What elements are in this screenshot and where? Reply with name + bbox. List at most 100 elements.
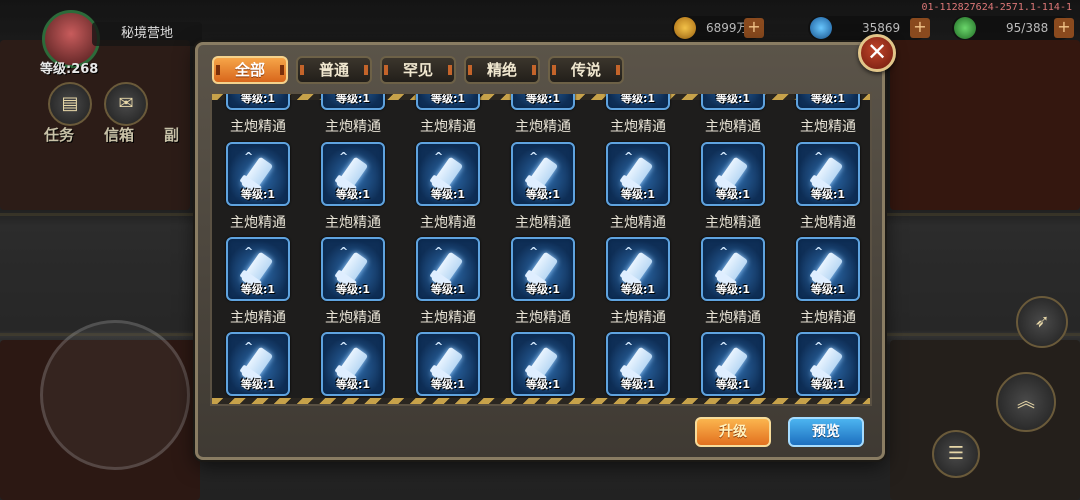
skill-card[interactable]: ^ 等级:1 主炮精通 <box>701 237 765 329</box>
skill-icon-frame: ^ 等级:1 <box>796 142 860 206</box>
skill-name: 主炮精通 <box>610 119 666 135</box>
energy-icon <box>954 17 976 39</box>
skill-card[interactable]: ^ 等级:1 主炮精通 <box>511 237 575 329</box>
upgrade-caret-icon: ^ <box>624 245 634 258</box>
skill-level: 等级:1 <box>335 378 371 391</box>
skill-card[interactable]: ^ 等级:1 <box>701 332 765 404</box>
skill-icon-frame: 等级:1 <box>701 92 765 110</box>
skill-icon-frame: ^ 等级:1 <box>226 237 290 301</box>
skill-icon-frame: ^ 等级:1 <box>606 237 670 301</box>
skill-icon-frame: ^ 等级:1 <box>511 237 575 301</box>
gold-counter: 6899万 + <box>672 16 764 40</box>
skill-level: 等级:1 <box>715 92 751 105</box>
more-menu-label[interactable]: 副 <box>164 124 179 145</box>
task-menu-label[interactable]: 任务 <box>44 124 74 145</box>
skill-level: 等级:1 <box>620 92 656 105</box>
skill-card[interactable]: 等级:1 主炮精通 <box>226 94 290 138</box>
skill-card[interactable]: 等级:1 主炮精通 <box>796 94 860 138</box>
skill-card[interactable]: ^ 等级:1 <box>321 332 385 404</box>
close-icon[interactable]: ✕ <box>858 34 896 72</box>
mail-icon[interactable]: ✉ <box>104 82 148 126</box>
upgrade-caret-icon: ^ <box>339 150 349 163</box>
upgrade-caret-icon: ^ <box>814 245 824 258</box>
skill-name: 主炮精通 <box>610 310 666 326</box>
skill-card[interactable]: ^ 等级:1 <box>416 332 480 404</box>
upgrade-caret-icon: ^ <box>529 340 539 353</box>
skill-card[interactable]: 等级:1 主炮精通 <box>606 92 670 138</box>
skill-card[interactable]: 等级:1 主炮精通 <box>701 92 765 138</box>
skill-level: 等级:1 <box>525 378 561 391</box>
skill-level: 等级:1 <box>620 378 656 391</box>
skill-card[interactable]: ^ 等级:1 主炮精通 <box>796 237 860 329</box>
skill-icon-frame: ^ 等级:1 <box>321 332 385 396</box>
skill-row: ^ 等级:1 ^ 等级:1 ^ 等级:1 ^ 等级:1 ^ 等级:1 ^ 等级:1 ^ 等级:1 <box>226 332 860 404</box>
skill-level: 等级:1 <box>620 188 656 201</box>
skill-level: 等级:1 <box>525 92 561 105</box>
upgrade-caret-icon: ^ <box>719 150 729 163</box>
skill-name: 主炮精通 <box>515 215 571 231</box>
preview-button[interactable]: 预览 <box>788 417 864 447</box>
tab-legendary[interactable]: 传说 <box>548 56 624 84</box>
gem-value: 35869 <box>862 21 901 35</box>
mail-menu-label[interactable]: 信箱 <box>104 124 134 145</box>
skill-card[interactable]: ^ 等级:1 主炮精通 <box>321 142 385 234</box>
tab-common[interactable]: 普通 <box>296 56 372 84</box>
skill-card[interactable]: ^ 等级:1 主炮精通 <box>606 237 670 329</box>
tab-epic[interactable]: 精绝 <box>464 56 540 84</box>
skill-card[interactable]: ^ 等级:1 主炮精通 <box>701 142 765 234</box>
skill-name: 主炮精通 <box>705 119 761 135</box>
add-gems-button[interactable]: + <box>910 18 930 38</box>
skill-icon-frame: ^ 等级:1 <box>416 237 480 301</box>
skill-name: 主炮精通 <box>515 119 571 135</box>
skill-card[interactable]: ^ 等级:1 主炮精通 <box>321 237 385 329</box>
skill-level: 等级:1 <box>240 283 276 296</box>
weapon-icon[interactable]: ➶ <box>1016 296 1068 348</box>
skill-card[interactable]: ^ 等级:1 主炮精通 <box>226 142 290 234</box>
skill-row: ^ 等级:1 主炮精通 ^ 等级:1 主炮精通 ^ 等级:1 主炮精通 ^ 等级:1 主炮精通 ^ 等级:… <box>226 142 860 234</box>
skill-level: 等级:1 <box>430 188 466 201</box>
list-menu-icon[interactable]: ☰ <box>932 430 980 478</box>
tab-all[interactable]: 全部 <box>212 56 288 84</box>
add-energy-button[interactable]: + <box>1054 18 1074 38</box>
tab-rare[interactable]: 罕见 <box>380 56 456 84</box>
upgrade-caret-icon: ^ <box>719 340 729 353</box>
skill-level: 等级:1 <box>240 378 276 391</box>
skill-card[interactable]: ^ 等级:1 主炮精通 <box>416 237 480 329</box>
skill-card[interactable]: ^ 等级:1 主炮精通 <box>226 237 290 329</box>
skill-icon-frame: 等级:1 <box>416 94 480 110</box>
upgrade-caret-icon: ^ <box>624 340 634 353</box>
skill-icon-frame: ^ 等级:1 <box>701 237 765 301</box>
skill-grid[interactable]: 等级:1 主炮精通 等级:1 主炮精通 等级:1 主炮精通 等级:1 主炮精通 等级:1 主炮精通… <box>210 92 872 406</box>
virtual-joystick[interactable] <box>40 320 190 470</box>
skill-card[interactable]: 等级:1 主炮精通 <box>511 92 575 138</box>
skill-icon-frame: ^ 等级:1 <box>796 332 860 396</box>
upgrade-button[interactable]: 升级 <box>695 417 771 447</box>
add-gold-button[interactable]: + <box>744 18 764 38</box>
skill-card[interactable]: ^ 等级:1 主炮精通 <box>796 142 860 234</box>
skill-card[interactable]: ^ 等级:1 <box>606 332 670 404</box>
rank-chevron-icon[interactable]: ︽ <box>996 372 1056 432</box>
gold-coin-icon <box>674 17 696 39</box>
location-name: 秘境营地 <box>92 22 202 46</box>
skill-icon-frame: ^ 等级:1 <box>321 237 385 301</box>
skill-icon-frame: 等级:1 <box>511 92 575 110</box>
skill-card[interactable]: ^ 等级:1 <box>511 332 575 404</box>
skill-level: 等级:1 <box>715 378 751 391</box>
skill-level: 等级:1 <box>810 378 846 391</box>
upgrade-caret-icon: ^ <box>434 340 444 353</box>
skill-card[interactable]: 等级:1 主炮精通 <box>321 92 385 138</box>
skill-level: 等级:1 <box>335 92 371 105</box>
task-icon[interactable]: ▤ <box>48 82 92 126</box>
skill-level: 等级:1 <box>620 283 656 296</box>
skill-card[interactable]: ^ 等级:1 主炮精通 <box>416 142 480 234</box>
skill-card[interactable]: ^ 等级:1 <box>226 332 290 404</box>
upgrade-caret-icon: ^ <box>814 150 824 163</box>
skill-card[interactable]: ^ 等级:1 主炮精通 <box>511 142 575 234</box>
upgrade-caret-icon: ^ <box>529 245 539 258</box>
skill-card[interactable]: ^ 等级:1 <box>796 332 860 404</box>
skill-icon-frame: ^ 等级:1 <box>226 142 290 206</box>
skill-name: 主炮精通 <box>230 215 286 231</box>
skill-card[interactable]: 等级:1 主炮精通 <box>416 94 480 138</box>
skill-card[interactable]: ^ 等级:1 主炮精通 <box>606 142 670 234</box>
upgrade-caret-icon: ^ <box>339 340 349 353</box>
